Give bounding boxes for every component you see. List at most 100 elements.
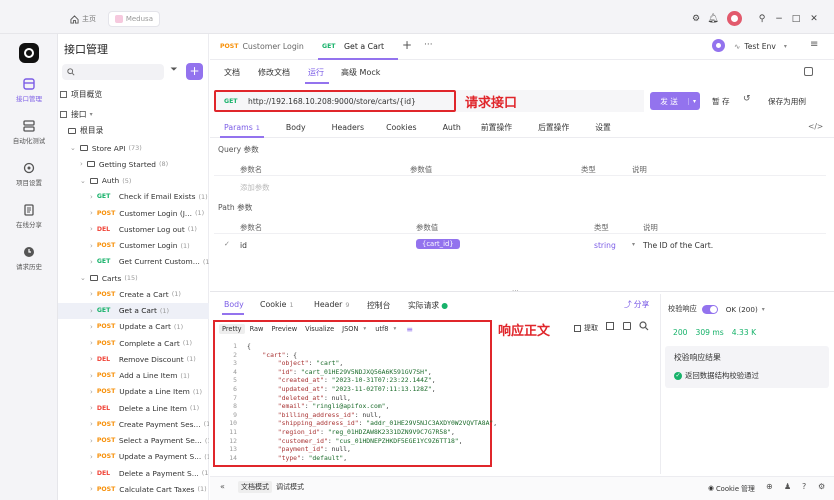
tree-api-item[interactable]: › POST Customer Login (1) — [58, 238, 209, 254]
tab-edit-doc[interactable]: 修改文档 — [258, 67, 290, 78]
settings-icon[interactable]: ⚙ — [818, 482, 825, 491]
tree-api-item[interactable]: ›POSTUpdate a Payment S...(1) — [58, 449, 209, 465]
bell-icon[interactable]: 🔔︎ — [707, 13, 719, 25]
tree-api-item[interactable]: › GET Check if Email Exists (1) — [58, 189, 209, 205]
debug-mode-button[interactable]: 调试模式 — [273, 481, 307, 493]
chevron-right-icon[interactable]: › — [90, 339, 93, 347]
chevron-right-icon[interactable]: › — [90, 485, 93, 493]
chevron-right-icon[interactable]: › — [80, 160, 83, 168]
url-bar[interactable]: GET http://192.168.10.208:9000/store/car… — [214, 90, 456, 112]
param-tab[interactable]: Params 1 — [224, 123, 260, 132]
tab-actual-request[interactable]: 实际请求 ● — [408, 300, 448, 311]
tree-api-item[interactable]: ›GET Get Current Custom...(1) — [58, 254, 209, 270]
tree-api-item[interactable]: › POST Update a Cart (1) — [58, 319, 209, 335]
chevron-right-icon[interactable]: › — [90, 225, 93, 233]
tab-header[interactable]: Header 9 — [314, 300, 350, 309]
chevron-right-icon[interactable]: › — [90, 307, 93, 315]
rail-item-automation[interactable]: 自动化测试 — [0, 120, 58, 145]
param-tab[interactable]: Cookies — [386, 123, 417, 132]
close-icon[interactable]: ✕ — [808, 13, 820, 25]
reset-icon[interactable]: ↺ — [743, 94, 751, 104]
tab-console[interactable]: 控制台 — [367, 300, 390, 311]
format-tab[interactable]: utf8 — [372, 324, 391, 334]
chevron-right-icon[interactable]: › — [90, 290, 93, 298]
chevron-right-icon[interactable]: › — [90, 209, 93, 217]
param-value[interactable]: {cart_id} — [416, 239, 460, 249]
tree-api-item[interactable]: ›POSTCreate Payment Ses...(1) — [58, 416, 209, 432]
param-tab[interactable]: 后置操作 — [538, 122, 569, 133]
param-type[interactable]: string — [594, 241, 616, 250]
request-url-input[interactable]: http://192.168.10.208:9000/store/carts/{… — [248, 97, 416, 106]
pin-icon[interactable]: ⚲ — [756, 13, 768, 25]
search-input[interactable] — [62, 64, 164, 80]
chevron-right-icon[interactable]: › — [90, 258, 93, 266]
tree-folder[interactable]: ⌄ Auth (5) — [58, 173, 209, 189]
chevron-down-icon[interactable]: ⌄ — [70, 144, 76, 152]
env-selector[interactable]: ∿ Test Env ▾ — [734, 40, 798, 53]
share-button[interactable]: ⤴ 分享 — [624, 299, 649, 310]
tab-body[interactable]: Body — [224, 300, 244, 309]
shirt-icon[interactable]: ♟ — [784, 482, 791, 491]
chevron-down-icon[interactable]: ⌄ — [80, 177, 86, 185]
param-tab[interactable]: Body — [286, 123, 306, 132]
search-icon[interactable] — [639, 321, 649, 331]
save-case-button[interactable]: 保存为用例 — [768, 96, 806, 107]
validation-toggle[interactable] — [701, 304, 718, 314]
chevron-right-icon[interactable]: › — [90, 372, 93, 380]
tree-api-item[interactable]: › POST Calculate Cart Taxes (1) — [58, 481, 209, 497]
chevron-down-icon[interactable]: ▾ — [393, 326, 396, 332]
settings-icon[interactable]: ⚙ — [690, 13, 702, 25]
workspace-tab[interactable]: Medusa — [108, 11, 160, 27]
more-icon[interactable]: ··· — [424, 40, 433, 50]
rail-item-history[interactable]: 请求历史 — [0, 246, 58, 271]
download-icon[interactable] — [606, 322, 614, 330]
add-button[interactable]: + — [186, 63, 203, 80]
collapse-icon[interactable]: « — [220, 482, 225, 491]
tree-api-item[interactable]: › POST Complete a Cart (1) — [58, 335, 209, 351]
format-tab[interactable]: Pretty — [219, 324, 245, 334]
check-icon[interactable]: ✓ — [224, 240, 230, 248]
tree-folder[interactable]: ⌄ Carts (15) — [58, 270, 209, 286]
extract-button[interactable]: 提取 — [574, 323, 598, 333]
send-button[interactable]: 发 送 ▾ — [650, 92, 700, 110]
param-tab[interactable]: Auth — [443, 123, 461, 132]
chevron-right-icon[interactable]: › — [90, 420, 93, 428]
rail-item-project-settings[interactable]: 项目设置 — [0, 162, 58, 187]
menu-icon[interactable]: ≡ — [810, 39, 818, 50]
project-overview[interactable]: 项目概览 — [60, 89, 102, 100]
format-tab[interactable]: Visualize — [302, 324, 337, 334]
chevron-right-icon[interactable]: › — [90, 355, 93, 363]
tab-customer-login[interactable]: POST Customer Login — [220, 42, 304, 51]
copy-icon[interactable] — [623, 322, 631, 330]
filter-icon[interactable]: ⏷ — [168, 65, 180, 79]
chevron-right-icon[interactable]: › — [90, 388, 93, 396]
help-icon[interactable]: ? — [802, 482, 806, 491]
cookie-manage-button[interactable]: ◉ Cookie 管理 — [708, 483, 755, 493]
tab-advanced-mock[interactable]: 高级 Mock — [341, 67, 380, 78]
avatar[interactable] — [727, 11, 742, 26]
chevron-right-icon[interactable]: › — [90, 437, 93, 445]
tree-api-item[interactable]: › DEL Customer Log out (1) — [58, 221, 209, 237]
chevron-right-icon[interactable]: › — [90, 323, 93, 331]
add-circle-icon[interactable]: ⊕ — [766, 482, 773, 491]
tree-api-item[interactable]: › POST Customer Login (J... (1) — [58, 205, 209, 221]
tree-api-item[interactable]: › POST Update a Line Item (1) — [58, 384, 209, 400]
param-tab[interactable]: Headers — [332, 123, 364, 132]
wrap-icon[interactable]: ≡ — [406, 325, 413, 334]
chevron-right-icon[interactable]: › — [90, 242, 93, 250]
home-tab[interactable]: 主页 — [64, 11, 102, 27]
format-tab[interactable]: Raw — [247, 324, 267, 334]
chevron-right-icon[interactable]: › — [90, 193, 93, 201]
doc-mode-button[interactable]: 文档模式 — [238, 481, 272, 493]
format-tab[interactable]: Preview — [268, 324, 300, 334]
chevron-down-icon[interactable]: ⌄ — [80, 274, 86, 282]
chevron-right-icon[interactable]: › — [90, 469, 93, 477]
tree-api-item[interactable]: › POST Add a Line Item (1) — [58, 368, 209, 384]
tree-api-item[interactable]: › POST Create a Cart (1) — [58, 286, 209, 302]
param-tab[interactable]: 前置操作 — [481, 122, 512, 133]
splitter[interactable] — [210, 291, 834, 292]
rail-item-api-management[interactable]: 接口管理 — [0, 78, 58, 103]
minimize-icon[interactable]: − — [773, 13, 785, 25]
new-tab-button[interactable]: + — [402, 38, 412, 52]
param-tab[interactable]: 设置 — [595, 122, 611, 133]
